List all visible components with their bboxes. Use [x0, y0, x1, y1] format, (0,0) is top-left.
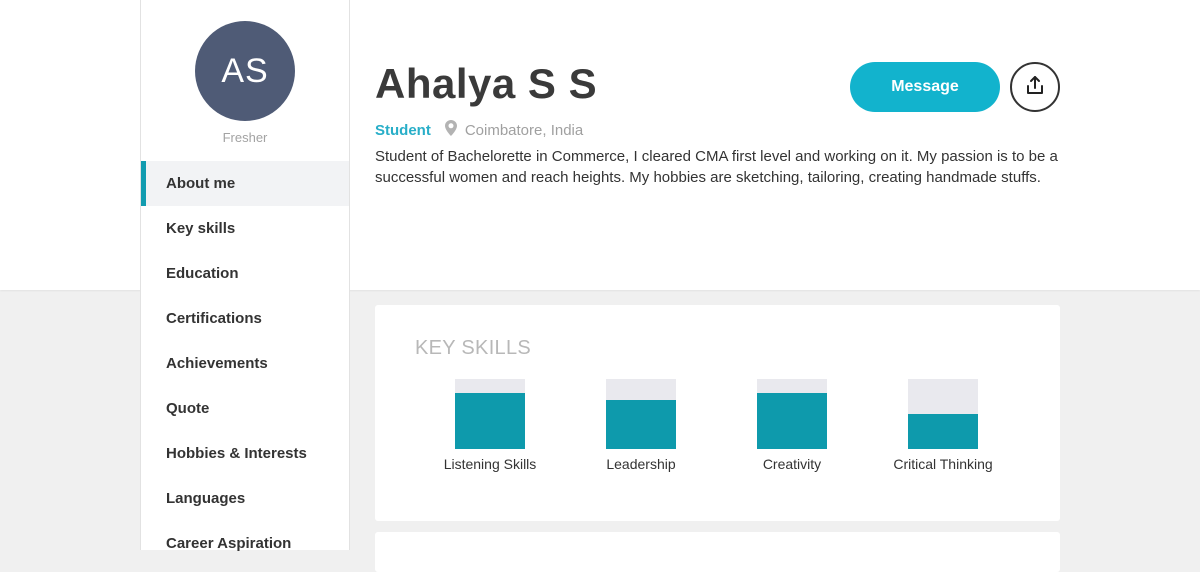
sidebar-item-career-aspiration[interactable]: Career Aspiration: [141, 521, 349, 566]
profile-role: Fresher: [222, 130, 268, 145]
profile-name: Ahalya S S: [375, 60, 598, 107]
share-button[interactable]: [1010, 62, 1060, 112]
profile-meta: Student Coimbatore, India: [375, 120, 583, 140]
sidebar-item-hobbies[interactable]: Hobbies & Interests: [141, 431, 349, 476]
skill-label: Creativity: [762, 456, 822, 472]
avatar: AS: [195, 21, 295, 121]
location-text: Coimbatore, India: [464, 121, 584, 139]
share-upload-icon: [1025, 75, 1045, 100]
profile-bio: Student of Bachelorette in Commerce, I c…: [375, 148, 1058, 186]
skill-item: Critical Thinking: [878, 379, 1008, 472]
profile-location: Coimbatore, India: [444, 120, 584, 140]
sidebar-item-achievements[interactable]: Achievements: [141, 341, 349, 386]
skill-bar-fill: [606, 400, 676, 449]
message-button[interactable]: Message: [850, 62, 1000, 112]
key-skills-title: KEY SKILLS: [415, 337, 532, 359]
sidebar-item-about-me[interactable]: About me: [141, 161, 349, 206]
sidebar-item-languages[interactable]: Languages: [141, 476, 349, 521]
skill-bar: [908, 379, 978, 449]
skill-item: Leadership: [576, 379, 706, 472]
avatar-initials: AS: [221, 51, 269, 90]
next-section-card: [375, 532, 1060, 572]
sidebar-item-quote[interactable]: Quote: [141, 386, 349, 431]
skill-bar-fill: [455, 393, 525, 449]
skill-bar-fill: [757, 393, 827, 449]
skill-label: Leadership: [606, 456, 676, 472]
sidebar-nav: About me Key skills Education Certificat…: [141, 161, 349, 566]
sidebar-item-key-skills[interactable]: Key skills: [141, 206, 349, 251]
skill-item: Listening Skills: [425, 379, 555, 472]
sidebar-item-certifications[interactable]: Certifications: [141, 296, 349, 341]
skill-bar: [606, 379, 676, 449]
skill-label: Critical Thinking: [893, 456, 993, 472]
location-pin-icon: [444, 120, 457, 140]
skill-bar-fill: [908, 414, 978, 449]
sidebar-item-education[interactable]: Education: [141, 251, 349, 296]
profile-tag: Student: [375, 121, 431, 139]
sidebar: AS Fresher About me Key skills Education…: [140, 0, 350, 552]
skill-bar: [757, 379, 827, 449]
skill-label: Listening Skills: [443, 456, 537, 472]
skill-item: Creativity: [727, 379, 857, 472]
skill-bar: [455, 379, 525, 449]
key-skills-card: KEY SKILLS Listening Skills Leadership C…: [375, 305, 1060, 521]
